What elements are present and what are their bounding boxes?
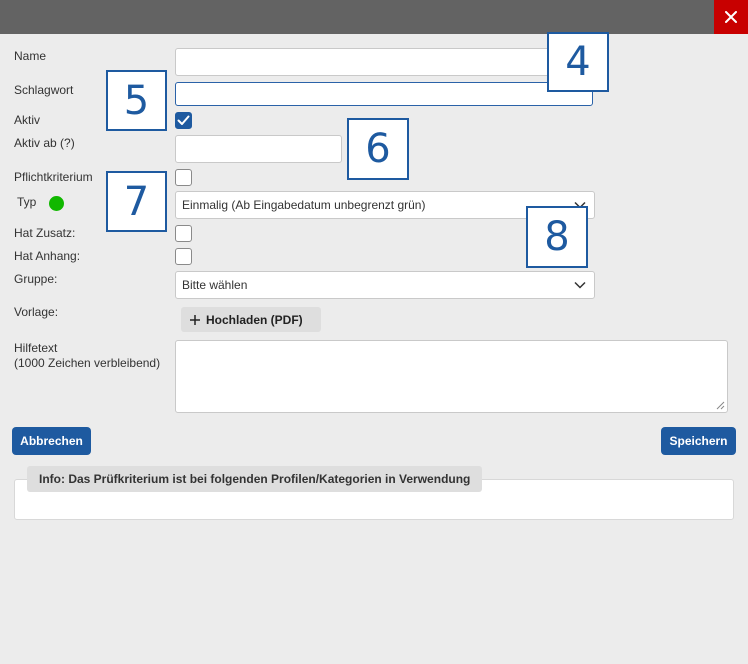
aktiv-ab-label: Aktiv ab (?) <box>14 136 75 150</box>
hat-zusatz-label: Hat Zusatz: <box>14 226 76 240</box>
aktiv-ab-date-input[interactable] <box>175 135 342 163</box>
hilfetext-label: Hilfetext <box>14 341 58 355</box>
typ-status-dot <box>49 196 64 211</box>
typ-label: Typ <box>17 195 37 209</box>
callout-badge-5: 5 <box>106 70 167 131</box>
pflichtkriterium-checkbox[interactable] <box>175 169 192 186</box>
chevron-down-icon <box>574 281 586 289</box>
hat-anhang-label: Hat Anhang: <box>14 249 81 263</box>
gruppe-label: Gruppe: <box>14 272 58 286</box>
callout-badge-7: 7 <box>106 171 167 232</box>
hat-anhang-checkbox[interactable] <box>175 248 192 265</box>
resize-handle-icon[interactable] <box>716 401 725 410</box>
aktiv-label: Aktiv <box>14 113 41 127</box>
schlagwort-label: Schlagwort <box>14 83 74 97</box>
gruppe-select[interactable]: Bitte wählen <box>175 271 595 299</box>
callout-badge-6: 6 <box>347 118 409 180</box>
schlagwort-input[interactable] <box>175 82 593 106</box>
plus-icon <box>190 314 200 325</box>
aktiv-checkbox[interactable] <box>175 112 192 129</box>
upload-pdf-button[interactable]: Hochladen (PDF) <box>181 307 321 332</box>
gruppe-select-value: Bitte wählen <box>182 278 248 292</box>
save-button[interactable]: Speichern <box>661 427 736 455</box>
close-icon <box>725 11 737 23</box>
info-panel-title: Info: Das Prüfkriterium ist bei folgende… <box>27 466 483 492</box>
callout-badge-4: 4 <box>547 32 609 92</box>
callout-badge-8: 8 <box>526 206 588 268</box>
checkmark-icon <box>177 115 190 125</box>
hilfetext-remaining-hint: (1000 Zeichen verbleibend) <box>14 356 161 370</box>
hilfetext-textarea[interactable] <box>175 340 728 413</box>
name-label: Name <box>14 49 47 63</box>
upload-pdf-label: Hochladen (PDF) <box>206 312 303 327</box>
hat-zusatz-checkbox[interactable] <box>175 225 192 242</box>
cancel-button[interactable]: Abbrechen <box>12 427 91 455</box>
dialog-titlebar <box>0 0 748 34</box>
vorlage-label: Vorlage: <box>14 305 59 319</box>
close-button[interactable] <box>714 0 748 34</box>
name-input[interactable] <box>175 48 608 76</box>
typ-select-value: Einmalig (Ab Eingabedatum unbegrenzt grü… <box>182 198 426 212</box>
pflichtkriterium-label: Pflichtkriterium <box>14 170 93 184</box>
